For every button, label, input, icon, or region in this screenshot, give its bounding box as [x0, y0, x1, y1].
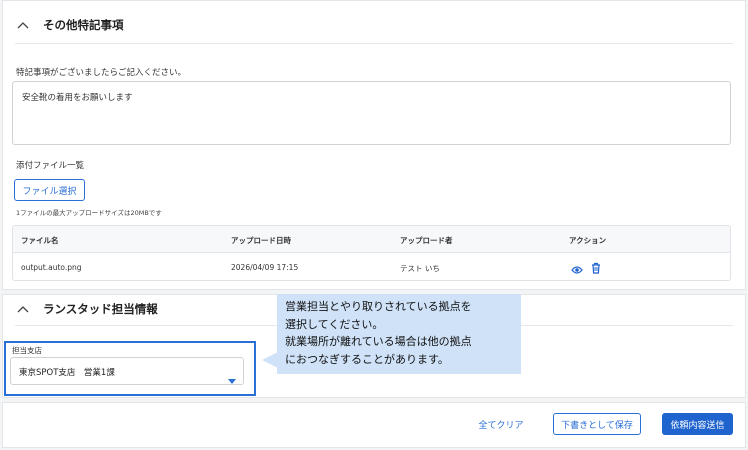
- file-select-button[interactable]: ファイル選択: [14, 179, 85, 201]
- uploaded-at-cell: 2026/04/09 17:15: [231, 263, 299, 272]
- tooltip-line: におつなぎすることがあります。: [285, 352, 449, 366]
- dropdown-arrow-icon[interactable]: [228, 369, 236, 388]
- uploader-cell: テスト いち: [400, 264, 440, 273]
- section-title: ランスタッド担当情報: [43, 302, 158, 316]
- attachments-label: 添付ファイル一覧: [16, 161, 85, 171]
- col-uploader: アップロード者: [400, 236, 453, 245]
- col-uploaded-at: アップロード日時: [231, 236, 291, 245]
- notes-textarea[interactable]: 安全靴の着用をお願いします: [12, 81, 731, 145]
- notes-label: 特記事項がございましたらご記入ください。: [16, 68, 187, 78]
- col-file-name: ファイル名: [21, 236, 59, 245]
- branch-tooltip: 営業担当とやり取りされている拠点を 選択してください。 就業場所が離れている場合…: [277, 294, 521, 374]
- col-action: アクション: [569, 236, 607, 245]
- trash-icon[interactable]: [591, 259, 601, 278]
- clear-all-button[interactable]: 全てクリア: [470, 413, 532, 435]
- tooltip-line: 就業場所が離れている場合は他の拠点: [285, 335, 472, 348]
- table-header: ファイル名 アップロード日時 アップロード者 アクション: [13, 226, 730, 253]
- file-name-cell[interactable]: output.auto.png: [21, 263, 82, 272]
- submit-button[interactable]: 依頼内容送信: [662, 413, 733, 435]
- divider: [15, 43, 733, 44]
- tooltip-line: 営業担当とやり取りされている拠点を: [285, 300, 472, 313]
- chevron-up-icon[interactable]: [15, 301, 31, 317]
- save-draft-button[interactable]: 下書きとして保存: [553, 413, 641, 435]
- chevron-up-icon[interactable]: [15, 17, 31, 33]
- attachments-table: ファイル名 アップロード日時 アップロード者 アクション output.auto…: [12, 225, 731, 281]
- max-size-note: 1ファイルの最大アップロードサイズは20MBです: [16, 209, 162, 217]
- branch-value: 東京SPOT支店 営業1課: [19, 368, 115, 378]
- tooltip-tail: [262, 352, 278, 368]
- tooltip-line: 選択してください。: [285, 317, 384, 331]
- section-title: その他特記事項: [43, 18, 124, 32]
- staff-info-header[interactable]: ランスタッド担当情報: [15, 301, 158, 317]
- other-notes-header[interactable]: その他特記事項: [15, 17, 124, 33]
- branch-label: 担当支店: [12, 346, 42, 355]
- branch-select[interactable]: 東京SPOT支店 営業1課: [10, 357, 244, 385]
- eye-icon[interactable]: [571, 260, 583, 279]
